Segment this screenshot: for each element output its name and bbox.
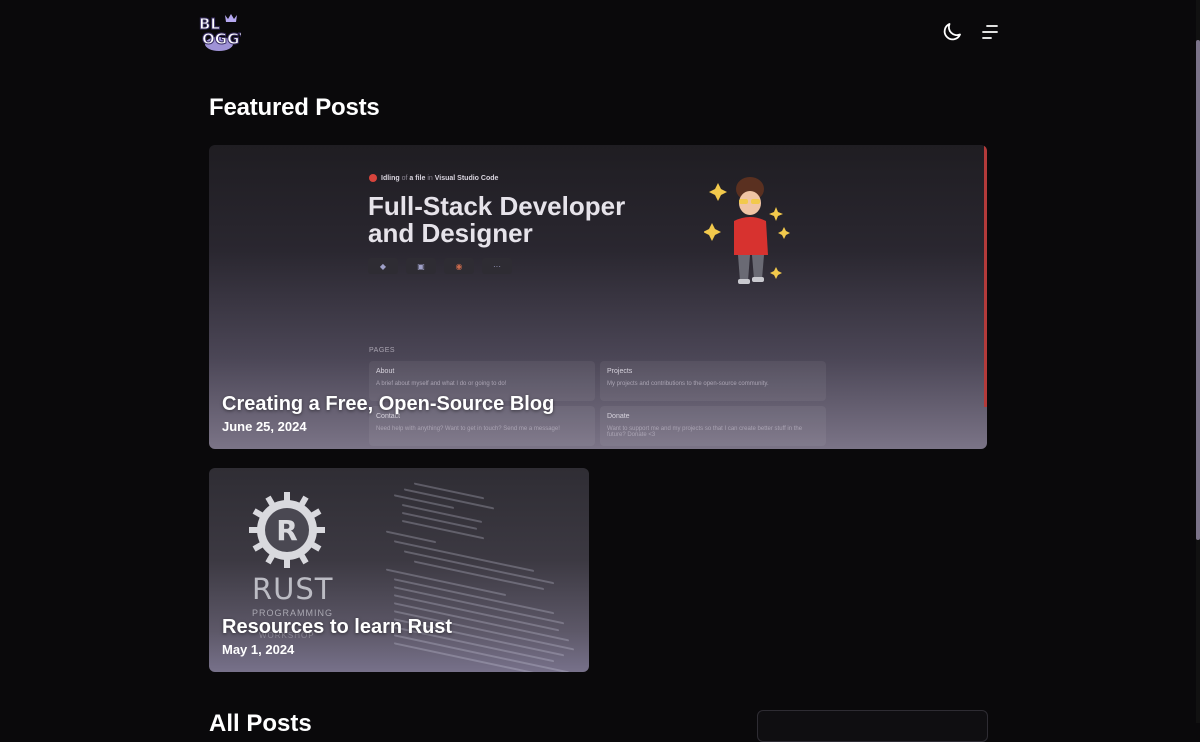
more-chip-icon: ··· xyxy=(482,258,512,274)
post-date: June 25, 2024 xyxy=(222,419,307,434)
rust-gear-icon: R xyxy=(249,492,325,568)
page-scrollbar[interactable] xyxy=(1196,0,1200,723)
preview-tech-chips: ◆ ▣ ◉ ··· xyxy=(368,258,512,274)
bloggy-logo-icon[interactable]: BL OGGY xyxy=(197,12,241,52)
post-title[interactable]: Creating a Free, Open-Source Blog xyxy=(222,393,554,416)
featured-posts-heading: Featured Posts xyxy=(209,94,380,121)
search-input[interactable] xyxy=(757,710,988,742)
avatar-illustration-icon xyxy=(704,177,790,284)
preview-status: Idling of a file in Visual Studio Code xyxy=(369,174,498,182)
preview-heading: Full-Stack Developer and Designer xyxy=(368,191,626,248)
preview-pages-label: PAGES xyxy=(369,347,396,354)
preview-edge-accent xyxy=(984,145,987,407)
all-posts-heading: All Posts xyxy=(209,710,312,737)
svg-text:R: R xyxy=(276,514,298,547)
tech-chip-icon: ◉ xyxy=(444,258,474,274)
scrollbar-thumb[interactable] xyxy=(1196,40,1200,540)
moon-icon[interactable] xyxy=(940,20,964,44)
featured-post-card-1[interactable]: Idling of a file in Visual Studio Code F… xyxy=(209,145,987,449)
preview-page-box: Projects My projects and contributions t… xyxy=(600,361,826,401)
preview-page-box: Donate Want to support me and my project… xyxy=(600,406,826,446)
code-background xyxy=(374,468,589,672)
status-dot-icon xyxy=(369,174,377,182)
tech-chip-icon: ◆ xyxy=(368,258,398,274)
post-date: May 1, 2024 xyxy=(222,642,295,657)
featured-post-card-2[interactable]: R RUST PROGRAMMING WORKSHOP Resources to… xyxy=(209,468,589,672)
post-title[interactable]: Resources to learn Rust xyxy=(222,616,452,639)
menu-icon[interactable] xyxy=(978,20,1002,44)
svg-text:OGGY: OGGY xyxy=(202,30,241,48)
tech-chip-icon: ▣ xyxy=(406,258,436,274)
rust-wordmark: RUST xyxy=(252,572,334,606)
site-header: BL OGGY xyxy=(0,0,1200,64)
